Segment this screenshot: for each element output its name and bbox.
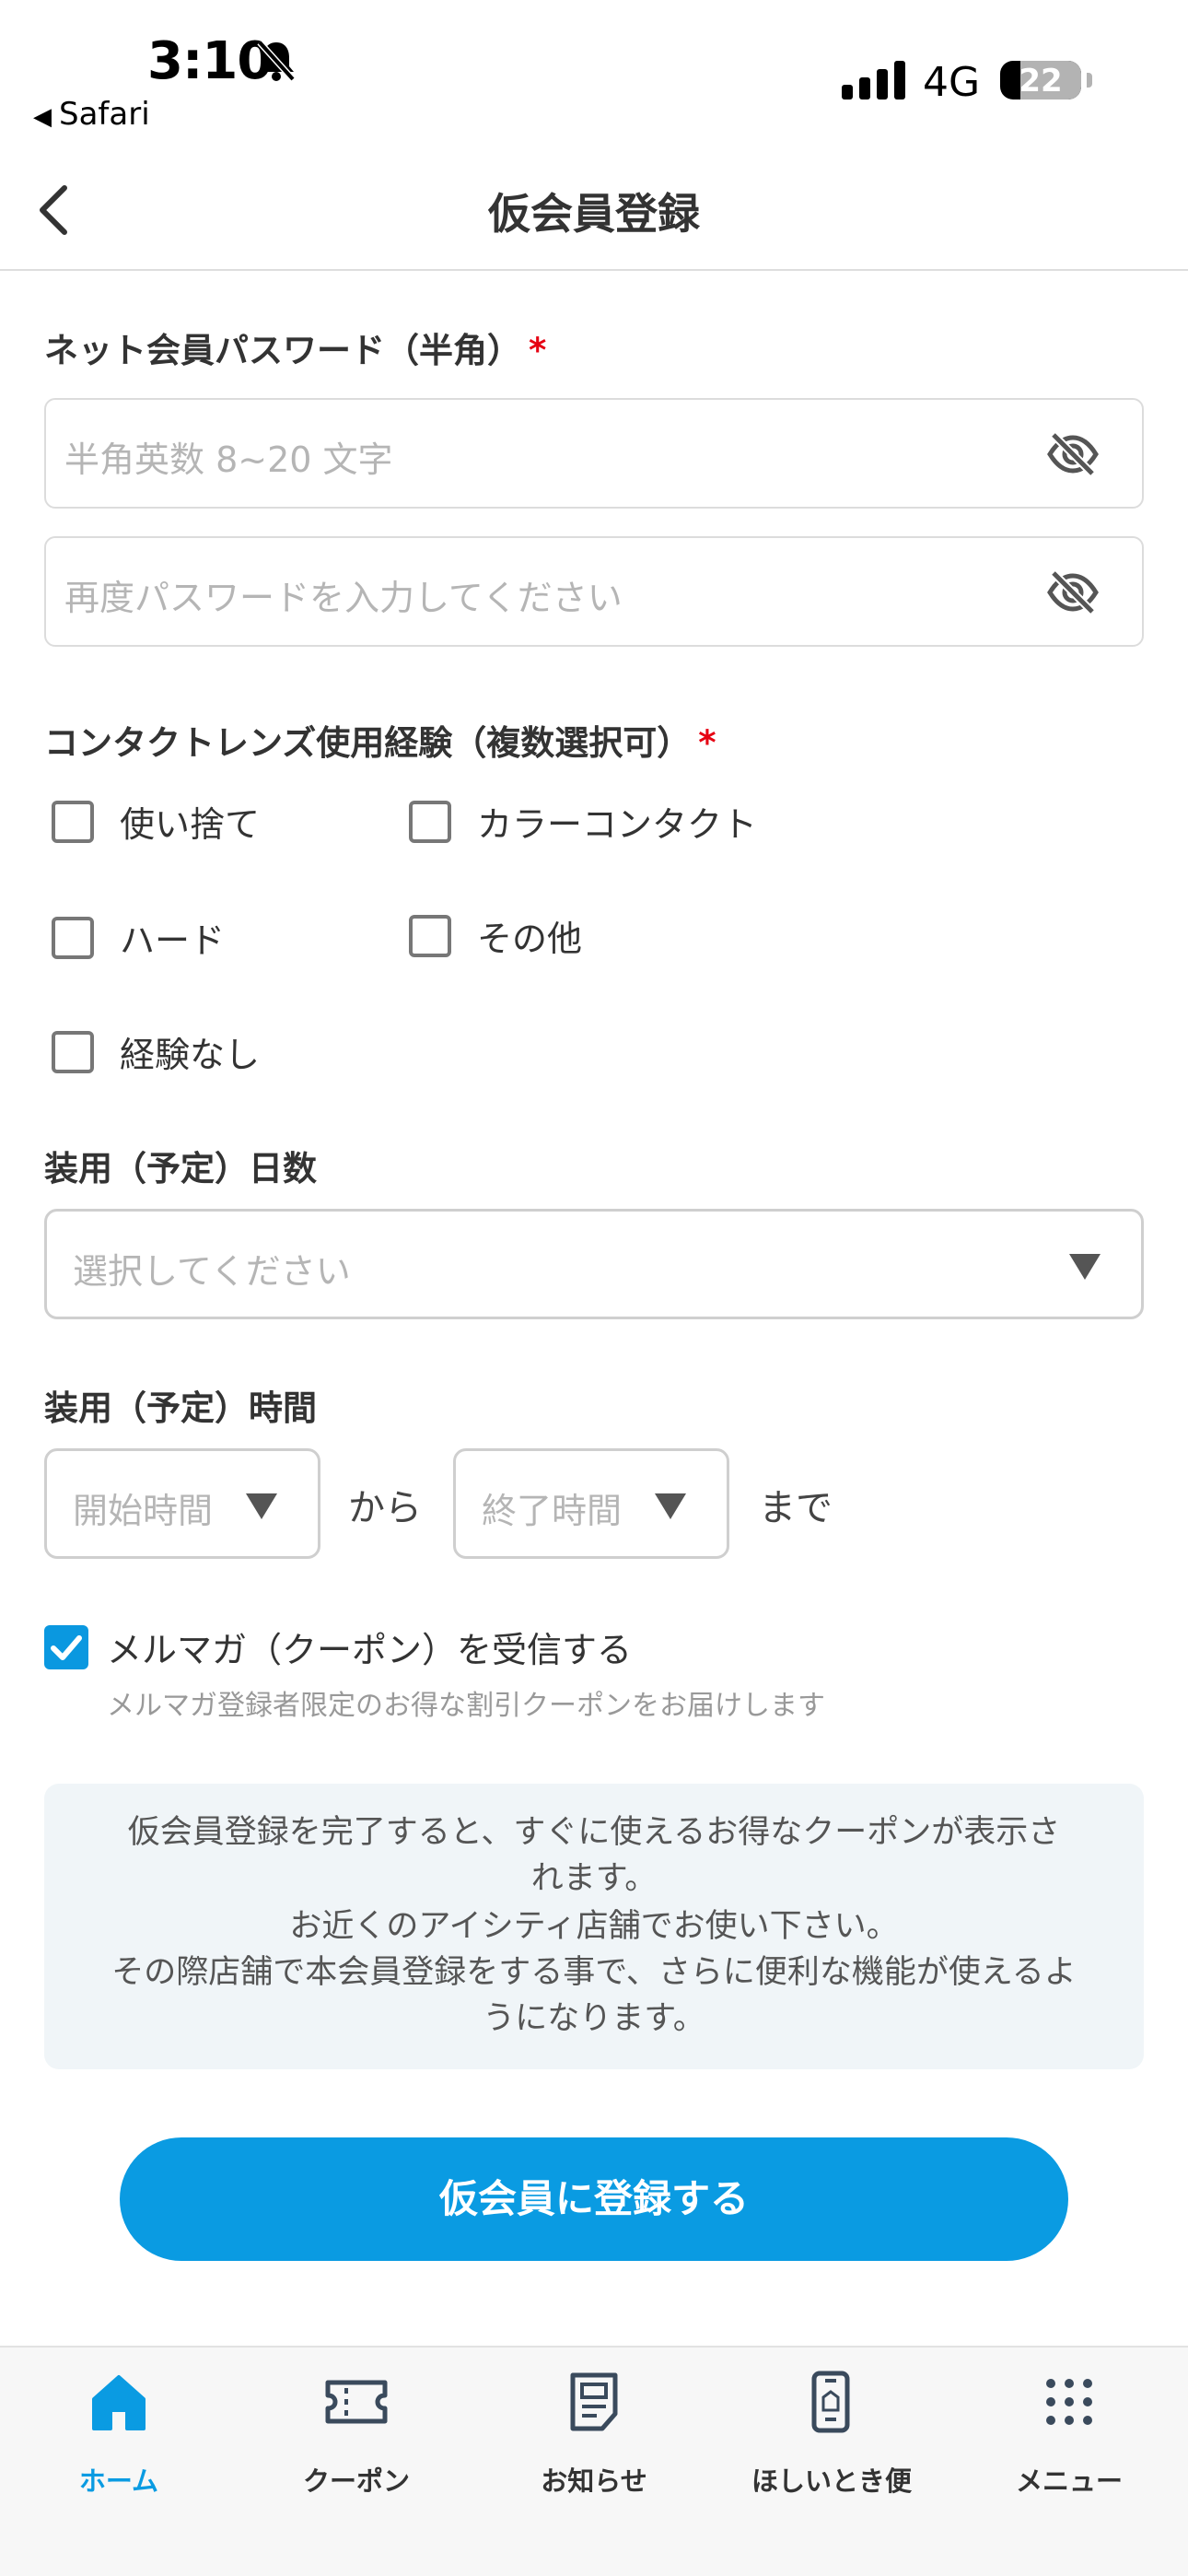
checkbox-label: ハード <box>120 920 226 961</box>
tab-label: お知らせ <box>541 2465 647 2497</box>
password-placeholder: 半角英数 8~20 文字 <box>64 439 393 480</box>
tab-label: メニュー <box>1015 2465 1123 2497</box>
tab-label: ホーム <box>78 2465 159 2497</box>
checkbox-box[interactable] <box>52 800 94 843</box>
info-box: 仮会員登録を完了すると、すぐに使えるお得なクーポンが表示さ れます。 お近くのア… <box>44 1784 1144 2069</box>
newsletter-checkbox[interactable] <box>44 1625 88 1669</box>
dropdown-arrow-icon <box>1069 1254 1101 1280</box>
checkbox-disposable[interactable]: 使い捨て <box>52 796 260 847</box>
checkbox-hard[interactable]: ハード <box>52 912 225 963</box>
info-line: その際店舗で本会員登録をする事で、さらに便利な機能が使えるよ <box>111 1954 1077 1991</box>
info-line: 仮会員登録を完了すると、すぐに使えるお得なクーポンが表示さ <box>127 1814 1061 1851</box>
start-time-select[interactable]: 開始時間 <box>44 1448 320 1559</box>
checkbox-no-experience[interactable]: 経験なし <box>52 1026 260 1077</box>
register-button[interactable]: 仮会員に登録する <box>120 2137 1068 2261</box>
eye-off-icon[interactable] <box>1046 569 1100 615</box>
checkbox-box[interactable] <box>52 1030 94 1073</box>
signal-icon <box>842 61 905 100</box>
tab-delivery[interactable]: ほしいとき便 <box>713 2348 950 2532</box>
wear-days-select[interactable]: 選択してください <box>44 1209 1144 1319</box>
checkbox-other[interactable]: その他 <box>409 910 582 961</box>
checkbox-label: カラーコンタクト <box>477 804 758 845</box>
password-confirm-placeholder: 再度パスワードを入力してください <box>64 578 623 618</box>
tab-menu[interactable]: メニュー <box>950 2348 1188 2532</box>
checkbox-color-contact[interactable]: カラーコンタクト <box>409 796 757 847</box>
start-time-placeholder: 開始時間 <box>73 1491 214 1531</box>
grid-menu-icon <box>1046 2379 1092 2425</box>
from-text: から <box>348 1487 422 1529</box>
password-input[interactable]: 半角英数 8~20 文字 <box>44 398 1144 509</box>
wear-days-label: 装用（予定）日数 <box>44 1149 317 1188</box>
info-line: れます。 <box>530 1860 658 1897</box>
until-text: まで <box>759 1487 833 1529</box>
newsletter-description: メルマガ登録者限定のお得な割引クーポンをお届けします <box>107 1690 825 1722</box>
end-time-select[interactable]: 終了時間 <box>453 1448 729 1559</box>
tab-notice[interactable]: お知らせ <box>475 2348 713 2532</box>
back-to-app[interactable]: ◀ Safari <box>33 96 150 133</box>
home-icon <box>92 2375 146 2430</box>
phone-delivery-icon <box>811 2371 850 2433</box>
contact-experience-label: コンタクトレンズ使用経験（複数選択可） * <box>44 723 716 763</box>
tab-home[interactable]: ホーム <box>0 2348 238 2532</box>
network-type: 4G <box>923 59 981 106</box>
required-mark: * <box>529 331 547 370</box>
tab-label: クーポン <box>302 2465 410 2497</box>
notice-icon <box>570 2372 618 2431</box>
end-time-placeholder: 終了時間 <box>482 1491 623 1531</box>
tab-bar: ホーム クーポン お知らせ ほしいとき便 メニュー <box>0 2346 1188 2576</box>
nav-header: 仮会員登録 <box>0 147 1188 271</box>
ticket-icon <box>325 2380 388 2424</box>
checkbox-box[interactable] <box>52 916 94 959</box>
checkbox-box[interactable] <box>409 914 451 957</box>
status-bar: 3:10 ◀ Safari 4G 22 <box>0 0 1188 147</box>
dropdown-arrow-icon <box>246 1493 277 1519</box>
password-label: ネット会員パスワード（半角） * <box>44 331 547 370</box>
checkbox-label: 使い捨て <box>120 804 261 845</box>
eye-off-icon[interactable] <box>1046 431 1100 477</box>
checkbox-box[interactable] <box>409 800 451 843</box>
newsletter-label[interactable]: メルマガ（クーポン）を受信する <box>107 1622 632 1672</box>
page-title: 仮会員登録 <box>488 189 700 239</box>
tab-label: ほしいとき便 <box>751 2465 912 2497</box>
checkbox-label: その他 <box>477 919 583 959</box>
checkbox-label: 経験なし <box>120 1035 261 1075</box>
info-line: お近くのアイシティ店舗でお使い下さい。 <box>289 1908 899 1945</box>
password-confirm-input[interactable]: 再度パスワードを入力してください <box>44 536 1144 647</box>
dropdown-arrow-icon <box>655 1493 686 1519</box>
bell-muted-icon <box>257 40 296 82</box>
wear-days-placeholder: 選択してください <box>73 1251 351 1292</box>
info-line: うになります。 <box>483 2000 705 2037</box>
wear-time-label: 装用（予定）時間 <box>44 1388 317 1428</box>
required-mark: * <box>698 723 716 763</box>
tab-coupon[interactable]: クーポン <box>238 2348 475 2532</box>
battery-icon: 22 <box>1000 61 1092 100</box>
checkmark-icon <box>51 1635 82 1660</box>
